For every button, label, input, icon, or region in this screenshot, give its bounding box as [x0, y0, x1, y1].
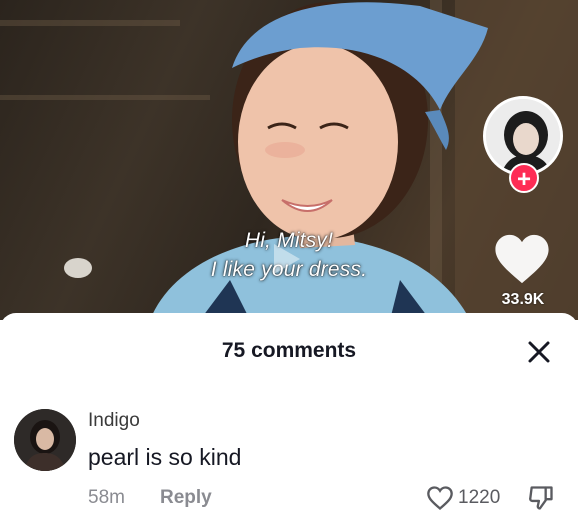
play-icon	[274, 244, 300, 274]
tiktok-screen: Hi, Mitsy! I like your dress. + 33.9K 75…	[0, 0, 578, 531]
heart-icon[interactable]	[493, 232, 551, 286]
comments-sheet: 75 comments Indigo pearl is so kind 58m …	[0, 313, 578, 531]
comment-like-count: 1220	[458, 487, 501, 508]
comment-timestamp: 58m	[88, 487, 125, 508]
comment-avatar-image	[14, 409, 76, 471]
thumbs-down-icon[interactable]	[527, 484, 555, 512]
close-icon[interactable]	[524, 337, 554, 367]
comment-text: pearl is so kind	[88, 444, 242, 470]
video-like-count: 33.9K	[501, 291, 545, 308]
comments-count-title: 75 comments	[221, 339, 357, 362]
comment-username[interactable]: Indigo	[88, 410, 140, 432]
heart-icon[interactable]	[426, 485, 454, 511]
comment-avatar[interactable]	[14, 409, 76, 471]
follow-plus-icon[interactable]: +	[509, 163, 539, 193]
reply-button[interactable]: Reply	[160, 487, 212, 509]
